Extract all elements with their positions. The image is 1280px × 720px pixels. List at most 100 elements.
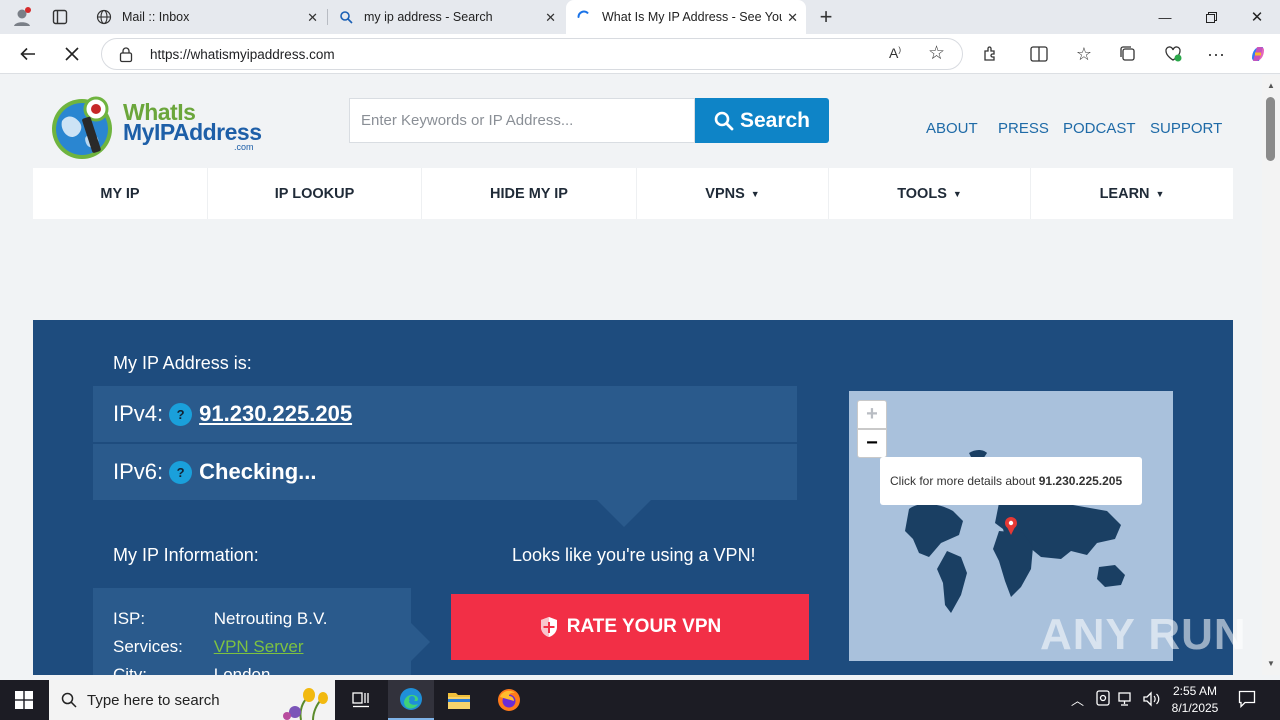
- nav-my-ip[interactable]: MY IP: [33, 168, 208, 219]
- read-aloud-icon[interactable]: A): [889, 45, 901, 61]
- search-placeholder: Enter Keywords or IP Address...: [361, 112, 574, 129]
- close-icon[interactable]: ✕: [307, 10, 318, 26]
- ipv4-value[interactable]: 91.230.225.205: [199, 401, 352, 427]
- task-view-icon[interactable]: [345, 680, 377, 720]
- copilot-icon[interactable]: [1244, 40, 1272, 68]
- tray-network-icon[interactable]: [1118, 691, 1136, 712]
- search-highlight-flowers-icon: [283, 688, 328, 720]
- taskbar-clock[interactable]: 2:55 AM 8/1/2025: [1166, 683, 1224, 717]
- lock-icon[interactable]: [118, 46, 134, 68]
- search-button[interactable]: Search: [695, 98, 829, 143]
- ipv6-row: IPv6: ? Checking...: [93, 444, 797, 500]
- collections-icon[interactable]: [1114, 40, 1142, 68]
- windows-taskbar: Type here to search ︿ 2:55 AM 8/1/2025: [0, 680, 1280, 720]
- close-window-icon[interactable]: ✕: [1234, 0, 1280, 34]
- browser-toolbar: https://whatismyipaddress.com A) ☆ ☆ ···: [0, 34, 1280, 74]
- search-icon: [338, 9, 354, 25]
- close-icon[interactable]: ✕: [545, 10, 556, 26]
- help-icon[interactable]: ?: [169, 402, 193, 426]
- ip-heading: My IP Address is:: [113, 353, 252, 373]
- browser-essentials-icon[interactable]: [1159, 40, 1187, 68]
- nav-hide-my-ip[interactable]: HIDE MY IP: [422, 168, 637, 219]
- globe-icon: [96, 9, 112, 25]
- info-key-city: City:: [113, 665, 147, 675]
- map-zoom-out-button[interactable]: −: [857, 429, 887, 458]
- split-screen-icon[interactable]: [1025, 40, 1053, 68]
- search-icon: [714, 111, 734, 130]
- rate-your-vpn-button[interactable]: RATE YOUR VPN: [451, 594, 809, 660]
- ip-search-input[interactable]: Enter Keywords or IP Address...: [349, 98, 695, 143]
- taskbar-file-explorer-icon[interactable]: [436, 680, 482, 720]
- info-value-isp: Netrouting B.V.: [213, 609, 328, 628]
- caret-down-icon: ▼: [750, 188, 760, 199]
- more-menu-icon[interactable]: ···: [1202, 40, 1230, 68]
- tab-actions-icon[interactable]: [46, 3, 74, 31]
- map-tooltip-prefix: Click for more details about: [890, 474, 1039, 488]
- info-key-isp: ISP:: [113, 609, 146, 628]
- scroll-up-icon[interactable]: ▲: [1267, 81, 1275, 90]
- logo-text-line3: .com: [234, 142, 254, 152]
- info-key-services: Services:: [113, 637, 183, 656]
- search-icon: [61, 692, 77, 708]
- loading-spinner-icon: [576, 9, 592, 25]
- nav-ip-lookup[interactable]: IP LOOKUP: [208, 168, 422, 219]
- map-zoom-in-button[interactable]: +: [857, 400, 887, 429]
- notifications-icon[interactable]: [1238, 690, 1256, 713]
- tab-whatismyipaddress[interactable]: What Is My IP Address - See Your ✕: [566, 0, 806, 34]
- extensions-icon[interactable]: [977, 40, 1005, 68]
- main-nav: MY IP IP LOOKUP HIDE MY IP VPNS ▼ TOOLS ▼ …: [33, 168, 1233, 219]
- tray-volume-icon[interactable]: [1142, 691, 1160, 712]
- toplink-podcast[interactable]: PODCAST: [1063, 120, 1136, 137]
- nav-vpns[interactable]: VPNS ▼: [637, 168, 829, 219]
- browser-tab-bar: Mail :: Inbox ✕ my ip address - Search ✕…: [0, 0, 1280, 34]
- url-text: https://whatismyipaddress.com: [150, 47, 335, 62]
- windows-start-icon[interactable]: [0, 680, 48, 720]
- ipv4-row: IPv4: ? 91.230.225.205: [93, 386, 797, 442]
- tab-label: Mail :: Inbox: [122, 10, 190, 24]
- vpn-detected-message: Looks like you're using a VPN!: [512, 545, 756, 565]
- ipv6-label: IPv6:: [113, 459, 164, 484]
- toplink-about[interactable]: ABOUT: [926, 120, 978, 137]
- taskbar-search-placeholder: Type here to search: [87, 691, 220, 709]
- tab-label: my ip address - Search: [364, 10, 493, 24]
- shield-icon: [540, 617, 557, 637]
- globe-logo-icon: [52, 96, 112, 159]
- search-button-label: Search: [739, 108, 811, 132]
- favorites-icon[interactable]: ☆: [1070, 40, 1098, 68]
- minimize-icon[interactable]: —: [1142, 0, 1188, 34]
- tab-mail-inbox[interactable]: Mail :: Inbox ✕: [86, 0, 326, 34]
- help-icon[interactable]: ?: [169, 460, 193, 484]
- rate-your-vpn-label: RATE YOUR VPN: [566, 616, 722, 637]
- back-icon[interactable]: [14, 40, 42, 68]
- address-bar[interactable]: https://whatismyipaddress.com A) ☆: [101, 38, 963, 70]
- info-value-services[interactable]: VPN Server: [214, 637, 304, 656]
- close-icon[interactable]: ✕: [787, 10, 798, 26]
- site-logo[interactable]: WhatIs MyIPAddress .com: [48, 91, 262, 163]
- nav-learn[interactable]: LEARN ▼: [1031, 168, 1233, 219]
- toplink-press[interactable]: PRESS: [998, 120, 1049, 137]
- scroll-down-icon[interactable]: ▼: [1267, 659, 1275, 668]
- taskbar-firefox-icon[interactable]: [486, 680, 532, 720]
- tray-chevron-up-icon[interactable]: ︿: [1071, 690, 1084, 709]
- caret-down-icon: ▼: [1155, 188, 1165, 199]
- nav-tools[interactable]: TOOLS ▼: [829, 168, 1031, 219]
- restore-icon[interactable]: [1188, 0, 1234, 34]
- stop-loading-icon[interactable]: [58, 40, 86, 68]
- caret-down-icon: ▼: [952, 188, 962, 199]
- tab-label: What Is My IP Address - See Your: [602, 10, 782, 24]
- tray-security-icon[interactable]: [1096, 690, 1110, 711]
- map-tooltip[interactable]: Click for more details about 91.230.225.…: [880, 457, 1142, 505]
- favorite-star-icon[interactable]: ☆: [928, 42, 945, 65]
- ip-box-pointer: [597, 500, 651, 527]
- profile-icon[interactable]: [8, 3, 36, 31]
- tab-bing-search[interactable]: my ip address - Search ✕: [328, 0, 564, 34]
- taskbar-search-box[interactable]: Type here to search: [49, 680, 335, 720]
- scrollbar-thumb[interactable]: [1266, 97, 1275, 161]
- taskbar-edge-icon[interactable]: [388, 680, 434, 720]
- info-box-arrow: [411, 623, 430, 661]
- map-tooltip-ip: 91.230.225.205: [1038, 474, 1123, 488]
- toplink-support[interactable]: SUPPORT: [1150, 120, 1222, 137]
- new-tab-icon[interactable]: +: [812, 3, 840, 31]
- page-scrollbar[interactable]: ▲ ▼: [1262, 75, 1280, 675]
- anyrun-watermark: ANY RUN: [1040, 610, 1247, 659]
